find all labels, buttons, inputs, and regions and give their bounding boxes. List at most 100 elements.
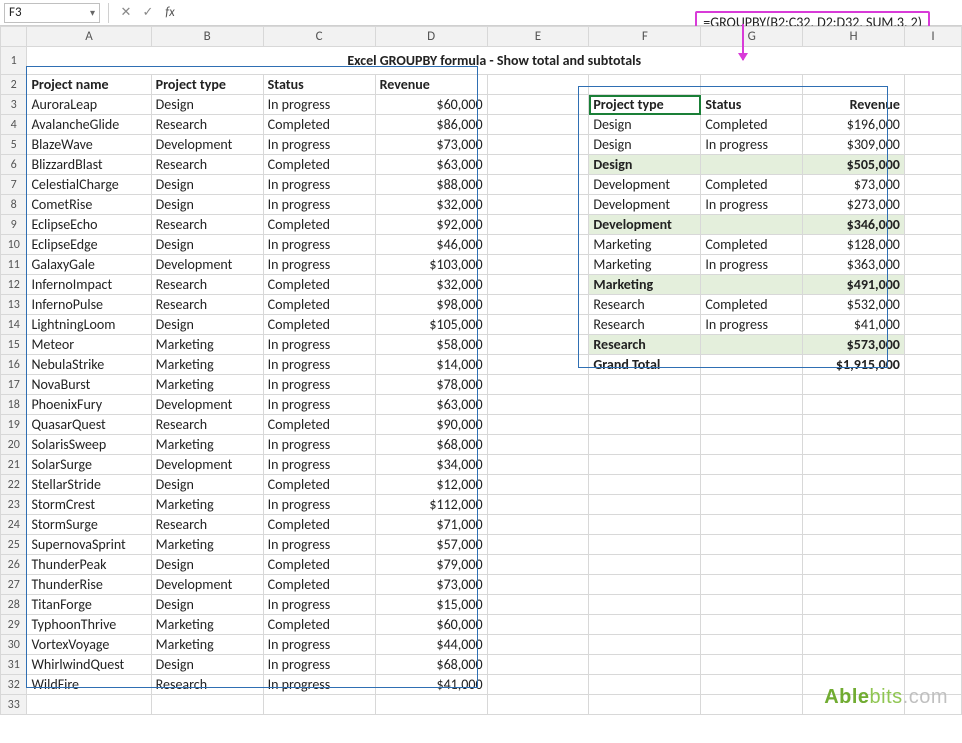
cell[interactable]: [487, 95, 589, 115]
cell[interactable]: [27, 695, 151, 715]
cell[interactable]: InfernoImpact: [27, 275, 151, 295]
cell[interactable]: [487, 655, 589, 675]
cell[interactable]: In progress: [263, 495, 375, 515]
cell[interactable]: In progress: [263, 175, 375, 195]
cell[interactable]: SolarisSweep: [27, 435, 151, 455]
cell[interactable]: Design: [589, 115, 701, 135]
row-header[interactable]: 32: [1, 675, 27, 695]
name-box[interactable]: F3 ▾: [4, 3, 100, 23]
cell[interactable]: $1,915,000: [803, 355, 905, 375]
cell[interactable]: NovaBurst: [27, 375, 151, 395]
cell[interactable]: [589, 615, 701, 635]
select-all[interactable]: [1, 27, 27, 47]
cell[interactable]: [487, 475, 589, 495]
cell[interactable]: $73,000: [375, 135, 487, 155]
cell[interactable]: [904, 355, 961, 375]
cell[interactable]: Status: [701, 95, 803, 115]
cell[interactable]: $196,000: [803, 115, 905, 135]
cell[interactable]: ThunderPeak: [27, 555, 151, 575]
cell[interactable]: In progress: [263, 535, 375, 555]
col-header[interactable]: C: [263, 27, 375, 47]
cell[interactable]: [487, 335, 589, 355]
cell[interactable]: $15,000: [375, 595, 487, 615]
cell[interactable]: [803, 455, 905, 475]
cell[interactable]: [487, 135, 589, 155]
cell[interactable]: Research: [589, 335, 701, 355]
cell[interactable]: $505,000: [803, 155, 905, 175]
cell[interactable]: SolarSurge: [27, 455, 151, 475]
row-header[interactable]: 4: [1, 115, 27, 135]
cell[interactable]: [487, 575, 589, 595]
cell[interactable]: [803, 395, 905, 415]
row-header[interactable]: 9: [1, 215, 27, 235]
col-header[interactable]: I: [904, 27, 961, 47]
cell[interactable]: [904, 195, 961, 215]
col-header[interactable]: E: [487, 27, 589, 47]
row-header[interactable]: 3: [1, 95, 27, 115]
cell[interactable]: Design: [151, 315, 263, 335]
cell[interactable]: Design: [151, 95, 263, 115]
cell[interactable]: Project type: [589, 95, 701, 115]
cell[interactable]: [803, 615, 905, 635]
cell[interactable]: [701, 275, 803, 295]
cell[interactable]: [904, 235, 961, 255]
cell[interactable]: $573,000: [803, 335, 905, 355]
cell[interactable]: [589, 375, 701, 395]
cell[interactable]: [701, 615, 803, 635]
cell[interactable]: Marketing: [589, 255, 701, 275]
cell[interactable]: $63,000: [375, 155, 487, 175]
cell[interactable]: Completed: [263, 555, 375, 575]
cell[interactable]: VortexVoyage: [27, 635, 151, 655]
cell[interactable]: In progress: [263, 635, 375, 655]
cell[interactable]: [904, 655, 961, 675]
col-header[interactable]: B: [151, 27, 263, 47]
cell[interactable]: [487, 195, 589, 215]
cell[interactable]: In progress: [263, 675, 375, 695]
cell[interactable]: [904, 595, 961, 615]
cell[interactable]: $532,000: [803, 295, 905, 315]
cell[interactable]: TyphoonThrive: [27, 615, 151, 635]
cell[interactable]: [487, 615, 589, 635]
cell[interactable]: Completed: [263, 275, 375, 295]
cell[interactable]: Marketing: [151, 615, 263, 635]
cell[interactable]: [487, 355, 589, 375]
cell[interactable]: In progress: [263, 375, 375, 395]
cell[interactable]: [701, 75, 803, 95]
cell[interactable]: [589, 475, 701, 495]
cell[interactable]: Marketing: [151, 355, 263, 375]
cell[interactable]: $112,000: [375, 495, 487, 515]
cell[interactable]: $41,000: [375, 675, 487, 695]
cell[interactable]: $273,000: [803, 195, 905, 215]
cell[interactable]: [904, 275, 961, 295]
cell[interactable]: [904, 515, 961, 535]
cell[interactable]: $57,000: [375, 535, 487, 555]
cell[interactable]: [701, 675, 803, 695]
cell[interactable]: [803, 595, 905, 615]
cell[interactable]: Research: [151, 295, 263, 315]
cell[interactable]: Completed: [263, 575, 375, 595]
col-header[interactable]: G: [701, 27, 803, 47]
cell[interactable]: [904, 95, 961, 115]
cell[interactable]: [589, 395, 701, 415]
cell[interactable]: [487, 75, 589, 95]
row-header[interactable]: 30: [1, 635, 27, 655]
cell[interactable]: [701, 635, 803, 655]
cell[interactable]: $78,000: [375, 375, 487, 395]
cell[interactable]: [487, 155, 589, 175]
cell[interactable]: $60,000: [375, 95, 487, 115]
cell[interactable]: [589, 435, 701, 455]
cell[interactable]: Status: [263, 75, 375, 95]
cell[interactable]: Marketing: [151, 535, 263, 555]
cell[interactable]: QuasarQuest: [27, 415, 151, 435]
cell[interactable]: [904, 635, 961, 655]
cell[interactable]: [904, 255, 961, 275]
col-header[interactable]: F: [589, 27, 701, 47]
cell[interactable]: [904, 535, 961, 555]
row-header[interactable]: 24: [1, 515, 27, 535]
row-header[interactable]: 13: [1, 295, 27, 315]
cell[interactable]: NebulaStrike: [27, 355, 151, 375]
cell[interactable]: $44,000: [375, 635, 487, 655]
cell[interactable]: Revenue: [375, 75, 487, 95]
cell[interactable]: [487, 175, 589, 195]
cell[interactable]: $92,000: [375, 215, 487, 235]
